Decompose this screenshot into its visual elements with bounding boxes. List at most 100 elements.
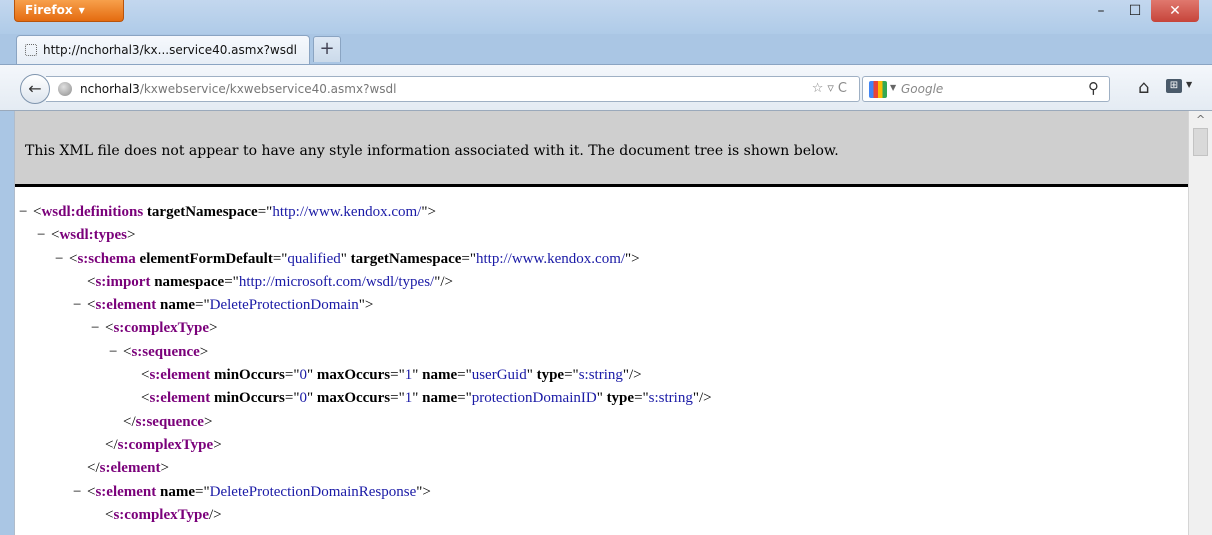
- attribute-name: maxOccurs: [316, 390, 391, 407]
- maximize-button[interactable]: ☐: [1122, 0, 1148, 22]
- google-icon[interactable]: [869, 81, 887, 98]
- xml-line: <s:element minOccurs="0" maxOccurs="1" n…: [15, 367, 1188, 390]
- firefox-menu-label: Firefox: [25, 3, 73, 17]
- addon-icon[interactable]: ⊞: [1166, 79, 1182, 93]
- close-bracket: />: [440, 273, 453, 290]
- attribute-name: name: [422, 367, 458, 384]
- xml-line: </s:complexType>: [15, 437, 1188, 460]
- chevron-down-icon: ▼: [78, 5, 85, 15]
- attribute-value: 0: [299, 390, 307, 407]
- back-button[interactable]: ←: [20, 74, 50, 104]
- title-bar: Firefox ▼ – ☐ ✕ http://nchorhal3/kx...ser…: [0, 0, 1212, 64]
- collapse-toggle[interactable]: −: [109, 344, 117, 361]
- close-bracket: >: [631, 250, 640, 267]
- tag-name: s:sequence: [135, 413, 204, 430]
- close-bracket: />: [629, 367, 642, 384]
- attribute-value: s:string: [578, 367, 623, 384]
- tab-current[interactable]: http://nchorhal3/kx...service40.asmx?wsd…: [16, 35, 310, 64]
- xml-line: − <wsdl:definitions targetNamespace="http…: [15, 204, 1188, 227]
- xml-line: </s:element>: [15, 460, 1188, 483]
- close-bracket: >: [203, 413, 213, 430]
- attribute-value: 1: [404, 390, 413, 407]
- vertical-scrollbar[interactable]: ^: [1188, 111, 1212, 535]
- collapse-toggle[interactable]: −: [73, 297, 81, 314]
- attribute-name: type: [536, 367, 565, 384]
- tag-name: s:element: [149, 367, 211, 384]
- xml-line: <s:element minOccurs="0" maxOccurs="1" n…: [15, 390, 1188, 413]
- close-bracket: >: [199, 343, 209, 360]
- close-bracket: >: [427, 204, 436, 220]
- tab-label: http://nchorhal3/kx...service40.asmx?wsd…: [43, 43, 297, 57]
- banner-text: This XML file does not appear to have an…: [25, 143, 839, 159]
- xml-line: <s:complexType/>: [15, 507, 1188, 530]
- url-path: /kxwebservice/kxwebservice40.asmx?wsdl: [139, 82, 397, 96]
- open-bracket: </: [123, 413, 136, 430]
- attribute-name: maxOccurs: [316, 367, 391, 384]
- tag-name: s:element: [149, 390, 211, 407]
- collapse-toggle[interactable]: −: [55, 251, 63, 268]
- xml-line: </s:sequence>: [15, 414, 1188, 437]
- xml-element: <s:element minOccurs="0" maxOccurs="1" n…: [141, 367, 642, 384]
- search-icon[interactable]: ⚲: [1088, 79, 1099, 97]
- xml-element: <s:complexType/>: [105, 507, 222, 524]
- open-bracket: </: [87, 460, 100, 477]
- firefox-menu-button[interactable]: Firefox ▼: [14, 0, 124, 22]
- scroll-up-icon[interactable]: ^: [1196, 113, 1205, 126]
- attribute-name: minOccurs: [214, 367, 285, 384]
- chevron-down-icon[interactable]: ▼: [1186, 80, 1192, 89]
- attribute-name: type: [606, 390, 635, 407]
- close-bracket: />: [209, 506, 222, 523]
- attribute-value: 0: [299, 367, 307, 384]
- close-bracket: >: [422, 483, 431, 500]
- attribute-name: targetNamespace: [350, 250, 462, 267]
- tag-name: s:sequence: [131, 343, 200, 360]
- collapse-toggle[interactable]: −: [19, 204, 27, 221]
- xml-line: − <s:schema elementFormDefault="qualified…: [15, 251, 1188, 274]
- tag-name: s:complexType: [117, 436, 214, 453]
- tag-name: s:element: [95, 483, 157, 500]
- collapse-toggle[interactable]: −: [37, 227, 45, 244]
- collapse-toggle[interactable]: −: [91, 320, 99, 337]
- url-bar[interactable]: nchorhal3/kxwebservice/kxwebservice40.as…: [46, 76, 860, 102]
- attribute-value: DeleteProtectionDomain: [209, 297, 359, 314]
- xml-element: </s:complexType>: [105, 437, 222, 454]
- tag-name: s:complexType: [113, 506, 210, 523]
- xml-element: <s:sequence>: [123, 344, 208, 361]
- xml-element: </s:element>: [87, 460, 169, 477]
- navigation-toolbar: nchorhal3/kxwebservice/kxwebservice40.as…: [0, 64, 1212, 111]
- open-bracket: </: [105, 436, 118, 453]
- xml-element: <wsdl:types>: [51, 227, 135, 244]
- tag-name: s:element: [99, 460, 161, 477]
- tag-name: s:element: [95, 297, 157, 314]
- scrollbar-thumb[interactable]: [1193, 128, 1208, 156]
- close-bracket: />: [698, 390, 712, 407]
- url-host: nchorhal3: [80, 82, 140, 96]
- collapse-toggle[interactable]: −: [73, 484, 81, 501]
- minimize-button[interactable]: –: [1088, 0, 1114, 22]
- attribute-value: 1: [404, 367, 413, 384]
- xml-line: − <s:element name="DeleteProtectionDomain…: [15, 484, 1188, 507]
- xml-line: <s:import namespace="http://microsoft.co…: [15, 274, 1188, 297]
- attribute-value: http://www.kendox.com/: [476, 250, 626, 267]
- chevron-down-icon[interactable]: ▼: [890, 83, 896, 92]
- attribute-name: targetNamespace: [146, 204, 258, 220]
- url-bar-icons[interactable]: ☆▿C: [812, 81, 851, 96]
- search-input[interactable]: ▼ Google ⚲: [862, 76, 1110, 102]
- url-text: nchorhal3/kxwebservice/kxwebservice40.as…: [80, 82, 396, 96]
- attribute-value: s:string: [648, 390, 693, 407]
- xml-line: − <wsdl:types>: [15, 227, 1188, 250]
- close-bracket: >: [126, 227, 136, 244]
- close-window-button[interactable]: ✕: [1151, 0, 1199, 22]
- xml-element: <s:element name="DeleteProtectionDomainR…: [87, 483, 431, 500]
- tag-name: s:import: [95, 273, 151, 290]
- xml-line: − <s:sequence>: [15, 344, 1188, 367]
- new-tab-button[interactable]: +: [313, 36, 341, 62]
- close-bracket: >: [160, 460, 169, 477]
- attribute-value: http://microsoft.com/wsdl/types/: [238, 273, 435, 290]
- home-icon[interactable]: ⌂: [1138, 77, 1149, 98]
- attribute-value: protectionDomainID: [471, 390, 597, 407]
- tag-name: s:schema: [77, 250, 136, 267]
- tag-name: s:complexType: [113, 320, 210, 337]
- xml-line: − <s:element name="DeleteProtectionDomain…: [15, 297, 1188, 320]
- xml-element: <wsdl:definitions targetNamespace="http:…: [33, 204, 436, 220]
